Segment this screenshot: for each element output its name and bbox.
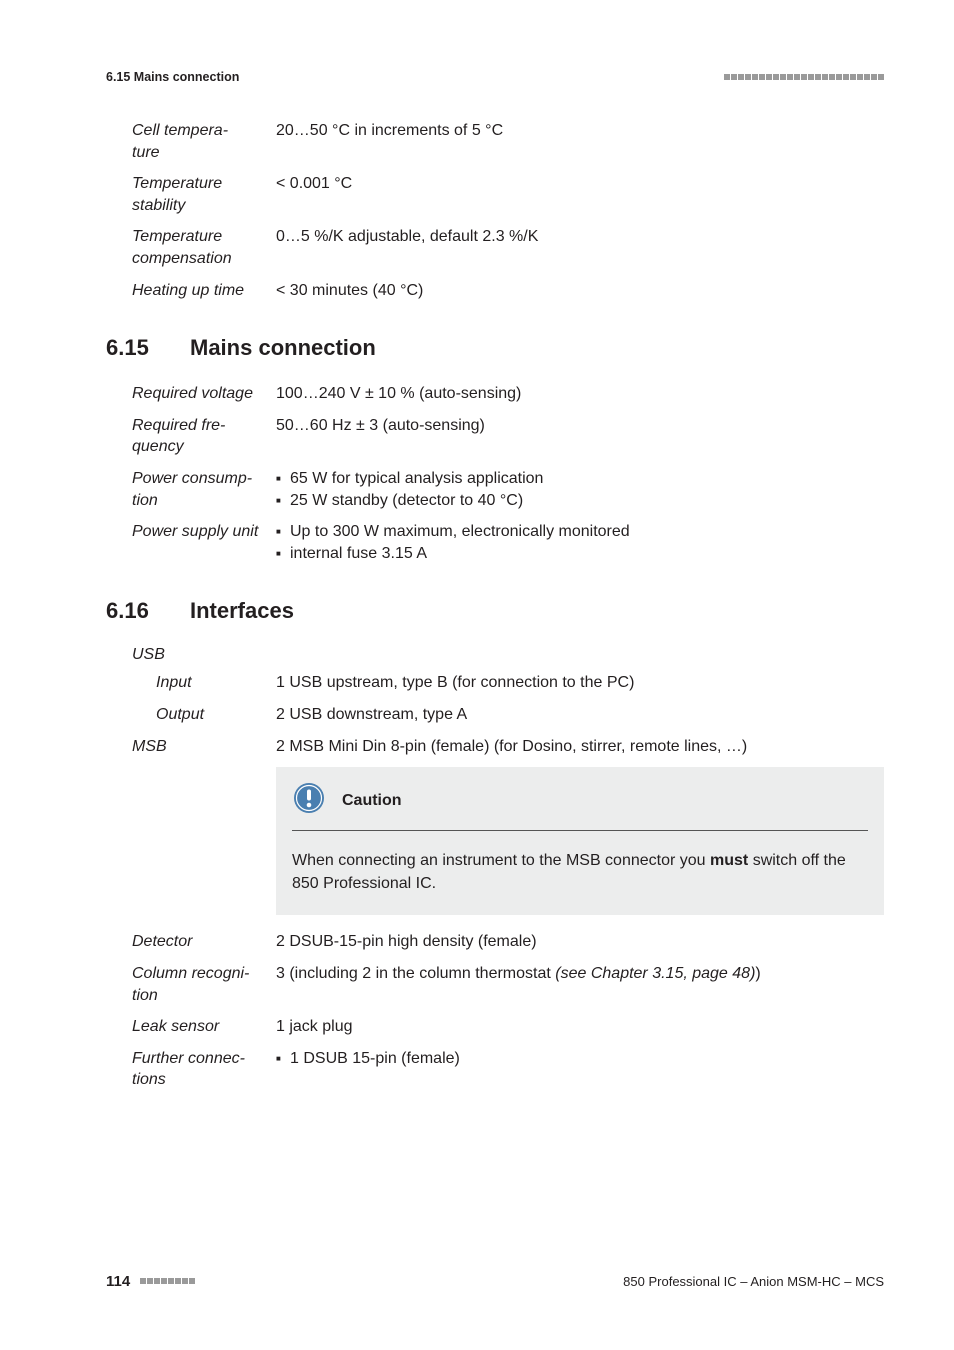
- spec-value: 1 DSUB 15-pin (female): [276, 1048, 884, 1091]
- spec-row: Temperature stability < 0.001 °C: [132, 173, 884, 216]
- section-heading-616: 6.16Interfaces: [106, 598, 884, 624]
- spec-value: 1 jack plug: [276, 1016, 884, 1038]
- caution-title: Caution: [342, 792, 402, 810]
- spec-row: Further connec-tions 1 DSUB 15-pin (fema…: [132, 1048, 884, 1091]
- list-item: internal fuse 3.15 A: [294, 543, 884, 565]
- header-ornament: [724, 74, 884, 80]
- spec-value: 3 (including 2 in the column thermostat …: [276, 963, 884, 1006]
- spec-list-top: Cell tempera-ture 20…50 °C in increments…: [132, 120, 884, 301]
- spec-value: 2 USB downstream, type A: [276, 704, 884, 726]
- spec-value: 0…5 %/K adjustable, default 2.3 %/K: [276, 226, 884, 269]
- spec-label: Power consump-tion: [132, 468, 276, 511]
- spec-row: Column recogni-tion 3 (including 2 in th…: [132, 963, 884, 1006]
- spec-list-msb: MSB 2 MSB Mini Din 8-pin (female) (for D…: [132, 736, 884, 758]
- spec-label: Temperature stability: [132, 173, 276, 216]
- spec-row: Detector 2 DSUB-15-pin high density (fem…: [132, 931, 884, 953]
- spec-value: < 0.001 °C: [276, 173, 884, 216]
- caution-box: Caution When connecting an instrument to…: [276, 767, 884, 915]
- spec-row: Required fre-quency 50…60 Hz ± 3 (auto-s…: [132, 415, 884, 458]
- spec-row: Leak sensor 1 jack plug: [132, 1016, 884, 1038]
- header-section-title: 6.15 Mains connection: [106, 70, 239, 84]
- spec-label: Column recogni-tion: [132, 963, 276, 1006]
- list-item: 65 W for typical analysis application: [294, 468, 884, 490]
- spec-row: Temperature compensation 0…5 %/K adjusta…: [132, 226, 884, 269]
- spec-label: Required voltage: [132, 383, 276, 405]
- spec-label: Detector: [132, 931, 276, 953]
- spec-value: < 30 minutes (40 °C): [276, 280, 884, 302]
- footer-doc-title: 850 Professional IC – Anion MSM-HC – MCS: [623, 1274, 884, 1289]
- spec-list-usb: Input 1 USB upstream, type B (for connec…: [132, 672, 884, 725]
- spec-label: Leak sensor: [132, 1016, 276, 1038]
- spec-row: Output 2 USB downstream, type A: [132, 704, 884, 726]
- spec-row: Cell tempera-ture 20…50 °C in increments…: [132, 120, 884, 163]
- usb-group-label: USB: [132, 646, 884, 664]
- spec-value: 100…240 V ± 10 % (auto-sensing): [276, 383, 884, 405]
- section-number: 6.16: [106, 598, 190, 624]
- spec-value: 2 DSUB-15-pin high density (female): [276, 931, 884, 953]
- page-number: 114: [106, 1273, 130, 1290]
- footer-ornament: [140, 1278, 195, 1284]
- list-item: 1 DSUB 15-pin (female): [294, 1048, 884, 1070]
- spec-row: Power supply unit Up to 300 W maximum, e…: [132, 521, 884, 564]
- spec-row: Required voltage 100…240 V ± 10 % (auto-…: [132, 383, 884, 405]
- spec-value: 1 USB upstream, type B (for connection t…: [276, 672, 884, 694]
- spec-label: Output: [156, 704, 276, 726]
- spec-row: Input 1 USB upstream, type B (for connec…: [132, 672, 884, 694]
- caution-body: When connecting an instrument to the MSB…: [292, 849, 868, 895]
- spec-label: Further connec-tions: [132, 1048, 276, 1091]
- spec-label: Heating up time: [132, 280, 276, 302]
- spec-value: 20…50 °C in increments of 5 °C: [276, 120, 884, 163]
- cross-reference: (see Chapter 3.15, page 48): [555, 965, 755, 982]
- list-item: 25 W standby (detector to 40 °C): [294, 490, 884, 512]
- section-heading-615: 6.15Mains connection: [106, 335, 884, 361]
- spec-label: Temperature compensation: [132, 226, 276, 269]
- list-item: Up to 300 W maximum, electronically moni…: [294, 521, 884, 543]
- running-header: 6.15 Mains connection: [106, 70, 884, 84]
- footer-left: 114: [106, 1273, 195, 1290]
- spec-row: Heating up time < 30 minutes (40 °C): [132, 280, 884, 302]
- page-footer: 114 850 Professional IC – Anion MSM-HC –…: [106, 1273, 884, 1290]
- spec-label: Input: [156, 672, 276, 694]
- spec-label: MSB: [132, 736, 276, 758]
- spec-value: 65 W for typical analysis application 25…: [276, 468, 884, 511]
- spec-value: 2 MSB Mini Din 8-pin (female) (for Dosin…: [276, 736, 884, 758]
- caution-icon: [292, 781, 326, 820]
- spec-label: Required fre-quency: [132, 415, 276, 458]
- spec-value: Up to 300 W maximum, electronically moni…: [276, 521, 884, 564]
- section-title: Interfaces: [190, 598, 294, 623]
- spec-list-615: Required voltage 100…240 V ± 10 % (auto-…: [132, 383, 884, 564]
- spec-label: Power supply unit: [132, 521, 276, 564]
- section-title: Mains connection: [190, 335, 376, 360]
- spec-label: Cell tempera-ture: [132, 120, 276, 163]
- spec-list-616b: Detector 2 DSUB-15-pin high density (fem…: [132, 931, 884, 1091]
- section-number: 6.15: [106, 335, 190, 361]
- spec-row: Power consump-tion 65 W for typical anal…: [132, 468, 884, 511]
- spec-row: MSB 2 MSB Mini Din 8-pin (female) (for D…: [132, 736, 884, 758]
- spec-value: 50…60 Hz ± 3 (auto-sensing): [276, 415, 884, 458]
